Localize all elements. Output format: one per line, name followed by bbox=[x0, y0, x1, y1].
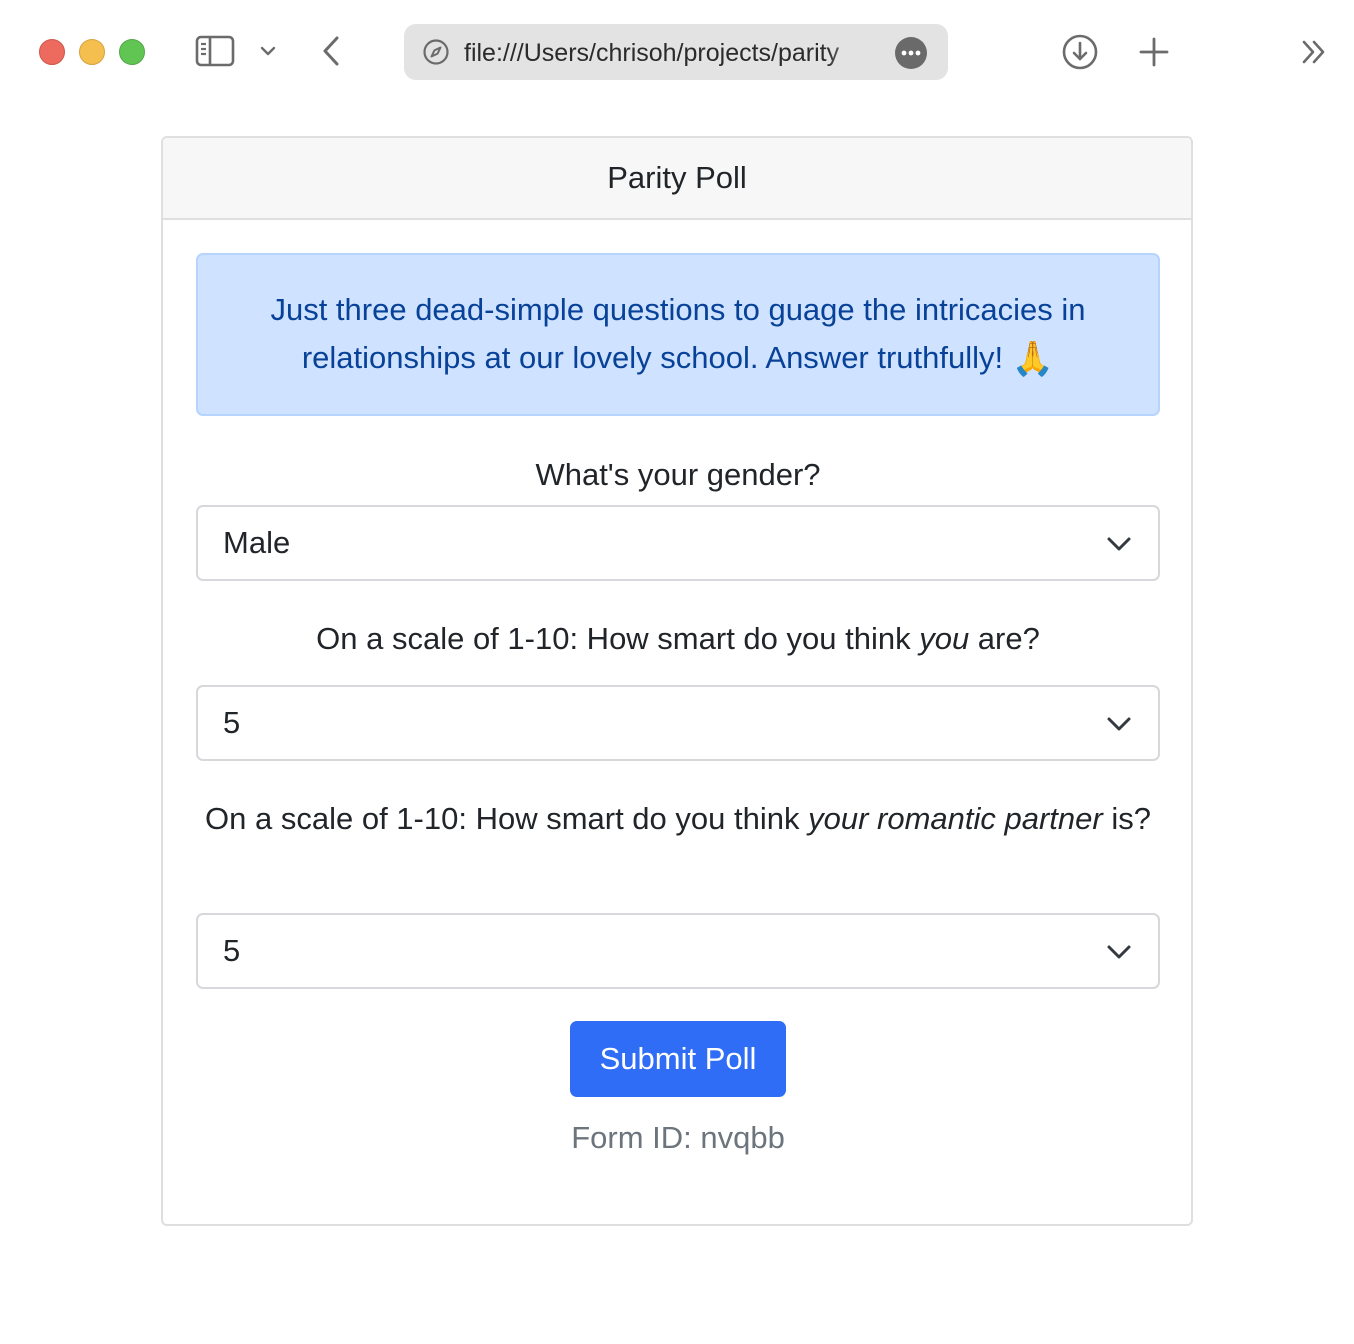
url-text[interactable]: file:///Users/chrisoh/projects/parity bbox=[464, 38, 876, 68]
partner-smart-select[interactable]: 5 bbox=[196, 913, 1160, 989]
card-header: Parity Poll bbox=[163, 138, 1191, 220]
plus-icon[interactable] bbox=[1136, 32, 1172, 72]
self-smart-select[interactable]: 5 bbox=[196, 685, 1160, 761]
gender-select[interactable]: Male bbox=[196, 505, 1160, 581]
form-id-text: Form ID: nvqbb bbox=[571, 1120, 785, 1155]
sidebar-icon[interactable] bbox=[194, 34, 236, 68]
address-bar[interactable]: file:///Users/chrisoh/projects/parity bbox=[404, 24, 948, 80]
download-icon[interactable] bbox=[1060, 32, 1100, 72]
compass-icon bbox=[422, 38, 450, 66]
self-smart-selected-value: 5 bbox=[223, 705, 241, 740]
close-window-button[interactable] bbox=[39, 39, 65, 65]
gender-selected-value: Male bbox=[223, 525, 291, 560]
gender-question-label: What's your gender? bbox=[535, 457, 821, 492]
browser-toolbar: file:///Users/chrisoh/projects/parity bbox=[0, 0, 1354, 104]
minimize-window-button[interactable] bbox=[79, 39, 105, 65]
chevron-down-icon bbox=[1106, 711, 1132, 737]
double-chevron-right-icon[interactable] bbox=[1296, 34, 1332, 70]
chevron-down-icon bbox=[1106, 531, 1132, 557]
chevron-down-icon[interactable] bbox=[256, 38, 280, 64]
chevron-left-icon[interactable] bbox=[316, 34, 346, 68]
card-title: Parity Poll bbox=[607, 160, 747, 195]
partner-smart-selected-value: 5 bbox=[223, 933, 241, 968]
zoom-window-button[interactable] bbox=[119, 39, 145, 65]
poll-card: Parity Poll Just three dead-simple quest… bbox=[161, 136, 1193, 1226]
praying-hands-emoji: 🙏 bbox=[1011, 340, 1055, 378]
self-smart-question-label: On a scale of 1-10: How smart do you thi… bbox=[316, 621, 1040, 656]
partner-smart-question-label: On a scale of 1-10: How smart do you thi… bbox=[205, 801, 1151, 836]
chevron-down-icon bbox=[1106, 939, 1132, 965]
intro-alert: Just three dead-simple questions to guag… bbox=[196, 253, 1160, 416]
intro-text: Just three dead-simple questions to guag… bbox=[270, 292, 1086, 375]
more-icon[interactable] bbox=[895, 37, 927, 69]
submit-poll-button[interactable]: Submit Poll bbox=[570, 1021, 786, 1097]
